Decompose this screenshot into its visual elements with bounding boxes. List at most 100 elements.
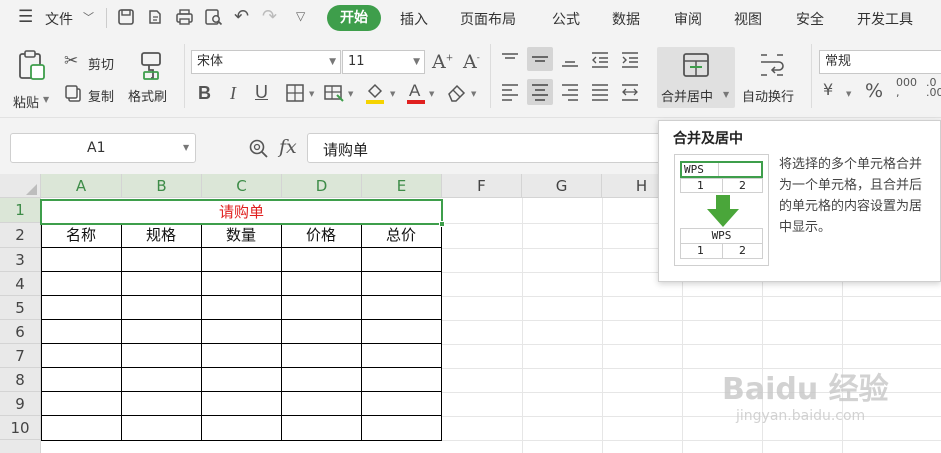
increase-decimal-icon[interactable]: .0.00 (926, 77, 941, 98)
print-preview-icon[interactable] (204, 8, 223, 26)
copy-button[interactable]: 复制 (88, 86, 114, 105)
undo-icon[interactable]: ↶ (234, 6, 249, 27)
format-painter-icon[interactable] (138, 50, 166, 80)
fill-color-icon[interactable] (364, 81, 386, 105)
select-all-corner[interactable] (0, 174, 41, 198)
align-left-icon[interactable] (499, 82, 521, 102)
row-header-1[interactable]: 1 (0, 198, 41, 223)
formula-input[interactable]: 请购单 (307, 133, 667, 163)
chevron-down-icon[interactable]: ▼ (309, 90, 314, 98)
tab-data[interactable]: 数据 (612, 9, 640, 29)
format-painter-button[interactable]: 格式刷 (128, 86, 167, 105)
bold-icon[interactable]: B (198, 84, 211, 102)
decrease-indent-icon[interactable] (589, 50, 611, 70)
table-border (281, 223, 282, 441)
chevron-down-icon[interactable]: ﹀ (83, 9, 94, 25)
row-header-10[interactable]: 10 (0, 416, 41, 440)
font-color-icon[interactable]: A (406, 81, 426, 105)
chevron-down-icon: ▼ (43, 95, 50, 104)
increase-indent-icon[interactable] (619, 50, 641, 70)
decrease-font-icon[interactable]: A- (463, 53, 480, 72)
justify-icon[interactable] (589, 82, 611, 102)
arrow-down-icon (707, 195, 739, 227)
align-right-icon[interactable] (559, 82, 581, 102)
redo-icon[interactable]: ↷ (262, 6, 277, 27)
chevron-down-icon[interactable]: ▼ (390, 90, 395, 98)
customize-toolbar-icon[interactable]: ▽ (296, 9, 305, 23)
align-top-icon[interactable] (499, 50, 521, 70)
hamburger-icon[interactable]: ☰ (18, 7, 33, 27)
row-header-7[interactable]: 7 (0, 344, 41, 368)
font-size-select[interactable]: 11 ▼ (342, 50, 425, 74)
demo-text-top: WPS (684, 163, 704, 176)
column-header-g[interactable]: G (522, 174, 602, 198)
save-icon[interactable] (117, 8, 135, 26)
tab-insert[interactable]: 插入 (400, 9, 428, 29)
column-header-b[interactable]: B (122, 174, 202, 198)
export-pdf-icon[interactable] (146, 8, 164, 26)
eraser-icon[interactable] (446, 82, 468, 102)
paste-label: 粘贴 (13, 96, 40, 111)
align-bottom-icon[interactable] (559, 50, 581, 70)
ribbon-separator (811, 44, 812, 108)
italic-icon[interactable]: I (230, 84, 236, 102)
chevron-down-icon[interactable]: ▼ (471, 90, 476, 98)
distributed-align-icon[interactable] (619, 82, 641, 102)
thousands-separator-icon[interactable]: 000, (896, 77, 917, 98)
chevron-down-icon[interactable]: ▼ (429, 90, 434, 98)
merge-center-button[interactable]: 合并居中 ▼ (657, 47, 735, 108)
column-header-a[interactable]: A (41, 174, 122, 198)
tab-home[interactable]: 开始 (327, 5, 381, 31)
row-header-9[interactable]: 9 (0, 392, 41, 416)
borders-icon[interactable] (285, 83, 305, 103)
underline-icon[interactable]: U (255, 83, 268, 101)
header-cell-total[interactable]: 总价 (361, 223, 441, 248)
row-header-5[interactable]: 5 (0, 296, 41, 320)
header-cell-name[interactable]: 名称 (41, 223, 121, 248)
name-box[interactable]: A1 ▼ (10, 133, 196, 163)
chevron-down-icon[interactable]: ▼ (348, 90, 353, 98)
currency-icon[interactable]: ¥ (823, 80, 833, 99)
row-header-4[interactable]: 4 (0, 272, 41, 296)
row-header-11[interactable] (0, 440, 41, 453)
header-cell-price[interactable]: 价格 (281, 223, 361, 248)
copy-icon[interactable] (64, 84, 82, 102)
column-header-c[interactable]: C (202, 174, 282, 198)
scissors-icon[interactable]: ✂ (64, 53, 78, 70)
paste-button[interactable]: 粘贴 ▼ (10, 42, 52, 111)
tab-page-layout[interactable]: 页面布局 (460, 9, 516, 29)
insert-function-icon[interactable]: fx (279, 136, 297, 158)
chevron-down-icon[interactable]: ▼ (846, 90, 851, 98)
font-name-select[interactable]: 宋体 ▼ (191, 50, 341, 74)
row-header-6[interactable]: 6 (0, 320, 41, 344)
auto-wrap-button[interactable]: 自动换行 (740, 47, 806, 108)
menu-file[interactable]: 文件 (45, 9, 73, 29)
watermark-brand: Baidu 经验 (722, 372, 889, 407)
tab-formulas[interactable]: 公式 (552, 9, 580, 29)
cut-button[interactable]: 剪切 (88, 54, 114, 73)
number-format-select[interactable]: 常规 (819, 50, 941, 74)
column-header-e[interactable]: E (362, 174, 442, 198)
merged-title-cell[interactable]: 请购单 (40, 199, 443, 225)
percent-icon[interactable]: % (865, 80, 883, 102)
row-header-8[interactable]: 8 (0, 368, 41, 392)
align-middle-button[interactable] (527, 47, 553, 71)
cell-style-icon[interactable] (323, 83, 345, 103)
table-border (41, 319, 442, 320)
print-icon[interactable] (175, 8, 194, 26)
header-cell-spec[interactable]: 规格 (121, 223, 201, 248)
row-header-2[interactable]: 2 (0, 223, 41, 248)
merge-center-label: 合并居中 (661, 90, 714, 105)
header-cell-quantity[interactable]: 数量 (201, 223, 281, 248)
tab-view[interactable]: 视图 (734, 9, 762, 29)
increase-font-icon[interactable]: A+ (432, 53, 453, 72)
tab-developer[interactable]: 开发工具 (857, 9, 913, 29)
tab-review[interactable]: 审阅 (674, 9, 702, 29)
row-header-3[interactable]: 3 (0, 248, 41, 272)
table-border (41, 440, 442, 441)
tab-security[interactable]: 安全 (796, 9, 824, 29)
column-header-f[interactable]: F (442, 174, 522, 198)
zoom-search-icon[interactable] (248, 138, 270, 160)
align-center-button[interactable] (527, 79, 553, 105)
column-header-d[interactable]: D (282, 174, 362, 198)
